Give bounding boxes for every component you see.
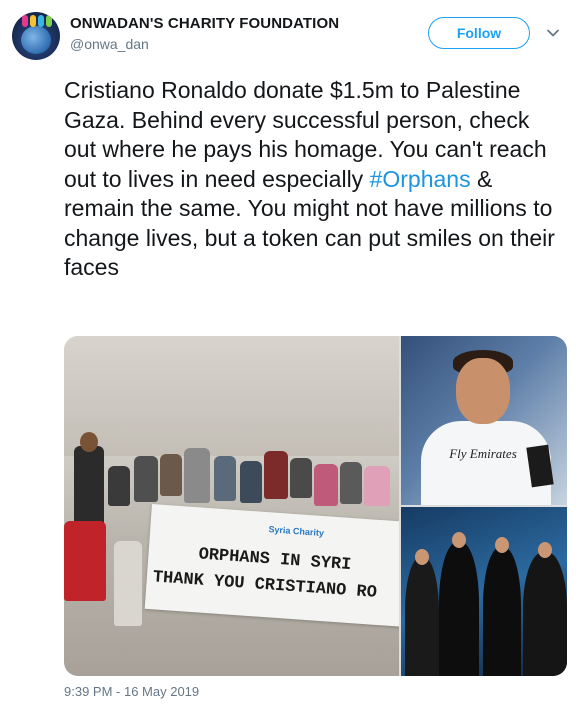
photo-ronaldo-portrait[interactable]: Fly Emirates [401, 336, 567, 505]
chevron-down-icon[interactable] [546, 26, 560, 40]
media-grid: Syria Charity ORPHANS IN SYRI THANK YOU … [64, 336, 567, 676]
display-name[interactable]: ONWADAN'S CHARITY FOUNDATION [70, 15, 339, 32]
photo-orphans-banner[interactable]: Syria Charity ORPHANS IN SYRI THANK YOU … [64, 336, 399, 676]
syria-charity-banner: Syria Charity ORPHANS IN SYRI THANK YOU … [144, 504, 399, 627]
avatar[interactable] [12, 12, 60, 60]
globe-icon [21, 26, 51, 54]
tweet-text: Cristiano Ronaldo donate $1.5m to Palest… [64, 77, 555, 280]
jersey-sponsor: Fly Emirates [449, 446, 517, 461]
hashtag-link[interactable]: #Orphans [370, 166, 471, 192]
photo-award-ceremony[interactable] [401, 507, 567, 676]
tweet-timestamp[interactable]: 9:39 PM - 16 May 2019 [64, 684, 199, 699]
user-handle[interactable]: @onwa_dan [70, 36, 149, 52]
follow-button[interactable]: Follow [428, 17, 530, 49]
